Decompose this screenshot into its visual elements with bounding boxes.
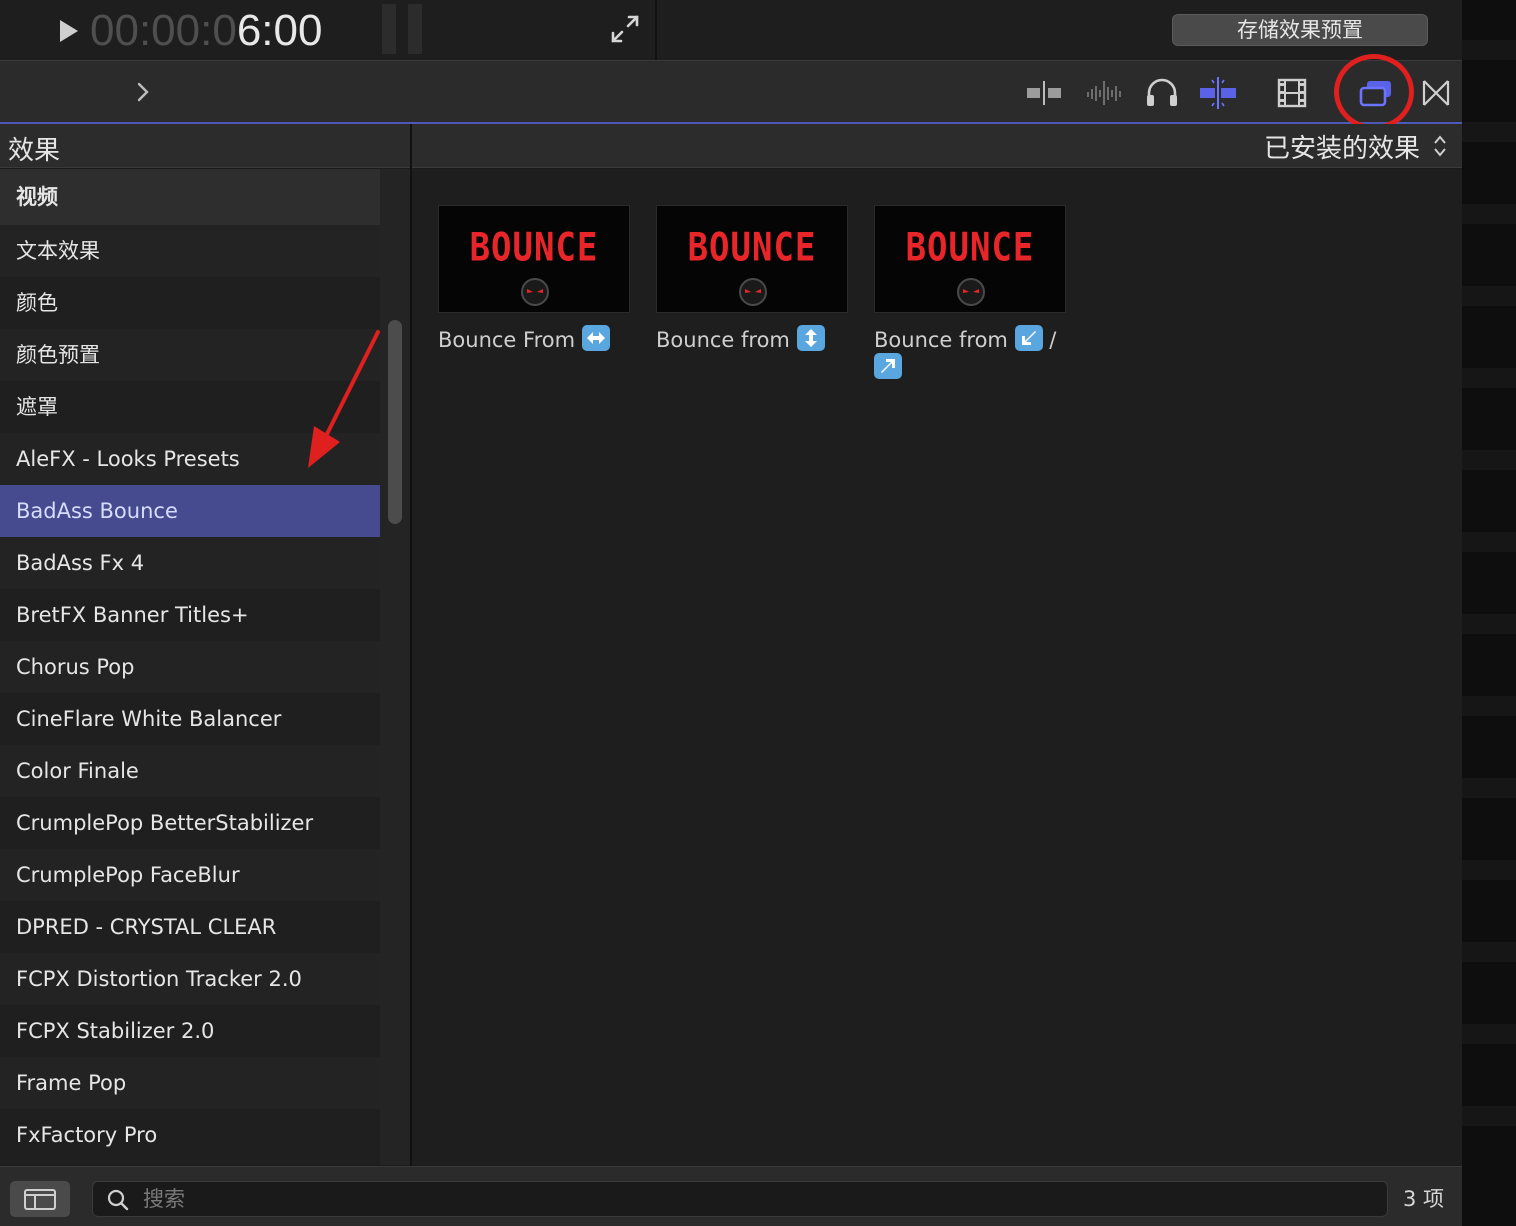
installed-effects-label: 已安装的效果: [1263, 133, 1420, 164]
sidebar-title: 效果: [8, 136, 61, 166]
category-item-bretfx[interactable]: BretFX Banner Titles+: [0, 589, 380, 641]
content-header: 已安装的效果: [412, 124, 1462, 168]
category-item-crumplepop-stabilizer[interactable]: CrumplePop BetterStabilizer: [0, 797, 380, 849]
effect-name: Bounce From: [438, 328, 576, 352]
effect-tile[interactable]: BOUNCE Bounce from: [656, 205, 850, 353]
item-count: 3 项: [1402, 1187, 1444, 1211]
category-item-cineflare[interactable]: CineFlare White Balancer: [0, 693, 380, 745]
highlight-circle-annotation: [1334, 54, 1414, 130]
category-item-fcpx-stabilizer[interactable]: FCPX Stabilizer 2.0: [0, 1005, 380, 1057]
skimming-icon[interactable]: [1024, 75, 1064, 111]
category-item-color-finale[interactable]: Color Finale: [0, 745, 380, 797]
sidebar-icon: [24, 1189, 56, 1210]
category-item-crumplepop-faceblur[interactable]: CrumplePop FaceBlur: [0, 849, 380, 901]
audio-skimming-icon[interactable]: [1084, 75, 1124, 111]
filmstrip-icon[interactable]: [1272, 75, 1312, 111]
skull-logo-icon: [957, 278, 985, 306]
search-input[interactable]: [143, 1182, 1373, 1216]
category-item-badass-fx4[interactable]: BadAss Fx 4: [0, 537, 380, 589]
effect-thumbnail: BOUNCE: [656, 205, 848, 313]
bottom-bar: 3 项: [0, 1166, 1462, 1226]
effect-name: Bounce from: [656, 328, 790, 352]
sidebar-scrollbar-track: [380, 169, 410, 1165]
top-bar: 00:00:06:00 存储效果预置: [0, 0, 1462, 60]
up-down-arrow-icon: [796, 325, 825, 351]
category-item-fcpx-distortion[interactable]: FCPX Distortion Tracker 2.0: [0, 953, 380, 1005]
category-item-badass-bounce[interactable]: BadAss Bounce: [0, 485, 380, 537]
fullscreen-icon[interactable]: [608, 12, 642, 46]
transitions-browser-icon[interactable]: [1416, 75, 1456, 111]
thumbnail-title: BOUNCE: [687, 225, 817, 271]
play-icon[interactable]: [58, 18, 80, 44]
effect-thumbnail: BOUNCE: [438, 205, 630, 313]
down-left-arrow-icon: [1014, 325, 1043, 351]
category-item-alefx[interactable]: AleFX - Looks Presets: [0, 433, 380, 485]
effect-tile[interactable]: BOUNCE Bounce From: [438, 205, 632, 353]
category-item-video[interactable]: 视频: [0, 169, 380, 225]
skull-logo-icon: [521, 278, 549, 306]
thumbnail-title: BOUNCE: [905, 225, 1035, 271]
search-icon: [107, 1189, 129, 1211]
inspector-toolbar: [0, 60, 1462, 122]
search-field[interactable]: [92, 1181, 1388, 1217]
timeline-edge: [1462, 0, 1516, 1226]
audio-meters: [382, 4, 424, 54]
category-item-frame-pop[interactable]: Frame Pop: [0, 1057, 380, 1109]
effect-name: Bounce from: [874, 328, 1008, 352]
effect-caption: Bounce from /: [874, 325, 1068, 381]
timecode-lit: 6:00: [236, 6, 323, 55]
divider: [655, 0, 657, 60]
left-right-arrow-icon: [581, 325, 610, 351]
up-right-arrow-icon: [874, 353, 902, 379]
effect-caption: Bounce from: [656, 325, 850, 353]
effects-category-list: 视频 文本效果 颜色 颜色预置 遮罩 AleFX - Looks Presets…: [0, 169, 380, 1165]
timecode-display: 00:00:06:00: [90, 6, 322, 56]
sidebar-header: 效果: [0, 124, 410, 168]
snapping-icon[interactable]: [1198, 75, 1238, 111]
headphones-icon[interactable]: [1142, 75, 1182, 111]
skull-logo-icon: [739, 278, 767, 306]
category-item-color-presets[interactable]: 颜色预置: [0, 329, 380, 381]
category-item-dpred[interactable]: DPRED - CRYSTAL CLEAR: [0, 901, 380, 953]
effect-tile[interactable]: BOUNCE Bounce from /: [874, 205, 1068, 381]
timecode-dim: 00:00:0: [90, 6, 237, 55]
sidebar-toggle-button[interactable]: [10, 1181, 70, 1217]
category-item-masks[interactable]: 遮罩: [0, 381, 380, 433]
chevron-up-down-icon: [1434, 135, 1446, 157]
caption-separator: /: [1049, 328, 1057, 352]
sidebar-scrollbar-thumb[interactable]: [388, 320, 402, 524]
thumbnail-title: BOUNCE: [469, 225, 599, 271]
save-effects-preset-button[interactable]: 存储效果预置: [1172, 14, 1428, 46]
effect-thumbnail: BOUNCE: [874, 205, 1066, 313]
installed-effects-popup[interactable]: 已安装的效果: [1264, 128, 1448, 164]
effects-browser: BOUNCE Bounce From BOUNCE Bounce from BO…: [412, 169, 1462, 1165]
category-item-color[interactable]: 颜色: [0, 277, 380, 329]
chevron-right-icon[interactable]: [132, 79, 154, 105]
category-item-text-effects[interactable]: 文本效果: [0, 225, 380, 277]
effect-caption: Bounce From: [438, 325, 632, 353]
category-item-chorus-pop[interactable]: Chorus Pop: [0, 641, 380, 693]
category-item-fxfactory-pro[interactable]: FxFactory Pro: [0, 1109, 380, 1161]
